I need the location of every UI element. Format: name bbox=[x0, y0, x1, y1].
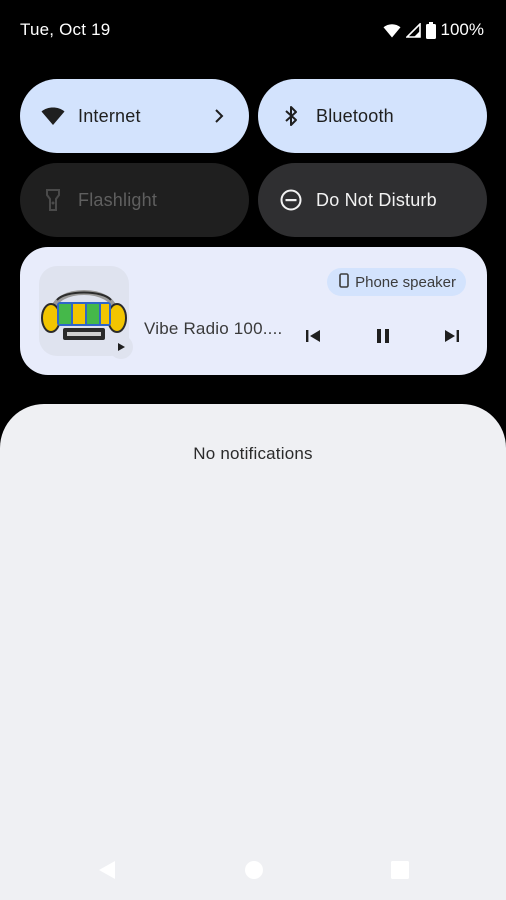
status-bar: Tue, Oct 19 100% bbox=[0, 0, 506, 60]
chevron-right-icon bbox=[209, 106, 229, 126]
status-icons: 100% bbox=[383, 20, 484, 40]
tile-bluetooth-label: Bluetooth bbox=[316, 105, 394, 126]
wifi-icon bbox=[383, 23, 401, 38]
navigation-bar bbox=[0, 840, 506, 900]
play-badge-icon bbox=[109, 335, 133, 359]
do-not-disturb-icon bbox=[278, 187, 304, 213]
battery-percent: 100% bbox=[440, 20, 484, 39]
wifi-icon bbox=[40, 103, 66, 129]
skip-next-icon[interactable] bbox=[439, 323, 465, 349]
output-device-label: Phone speaker bbox=[355, 273, 456, 291]
media-player-card[interactable]: Phone speaker Vibe Radio 100.... bbox=[20, 247, 487, 375]
battery-icon bbox=[425, 21, 436, 39]
track-title: Vibe Radio 100.... bbox=[144, 319, 283, 338]
tile-do-not-disturb[interactable]: Do Not Disturb bbox=[258, 163, 487, 237]
tile-bluetooth[interactable]: Bluetooth bbox=[258, 79, 487, 153]
tile-internet-label: Internet bbox=[78, 105, 141, 126]
recents-icon[interactable] bbox=[388, 858, 412, 882]
empty-notifications-text: No notifications bbox=[193, 444, 313, 463]
notification-shade: No notifications bbox=[0, 404, 506, 900]
flashlight-icon bbox=[40, 187, 66, 213]
tile-flashlight-label: Flashlight bbox=[78, 189, 158, 210]
bluetooth-icon bbox=[278, 103, 304, 129]
tile-do-not-disturb-label: Do Not Disturb bbox=[316, 189, 437, 210]
back-icon[interactable] bbox=[95, 858, 119, 882]
tile-internet[interactable]: Internet bbox=[20, 79, 249, 153]
home-icon[interactable] bbox=[242, 858, 266, 882]
cellular-signal-icon bbox=[405, 22, 421, 38]
status-date: Tue, Oct 19 bbox=[20, 20, 111, 39]
phone-icon bbox=[339, 272, 349, 292]
skip-previous-icon[interactable] bbox=[300, 323, 326, 349]
tile-flashlight[interactable]: Flashlight bbox=[20, 163, 249, 237]
output-device-chip[interactable]: Phone speaker bbox=[327, 268, 466, 296]
pause-icon[interactable] bbox=[370, 323, 396, 349]
